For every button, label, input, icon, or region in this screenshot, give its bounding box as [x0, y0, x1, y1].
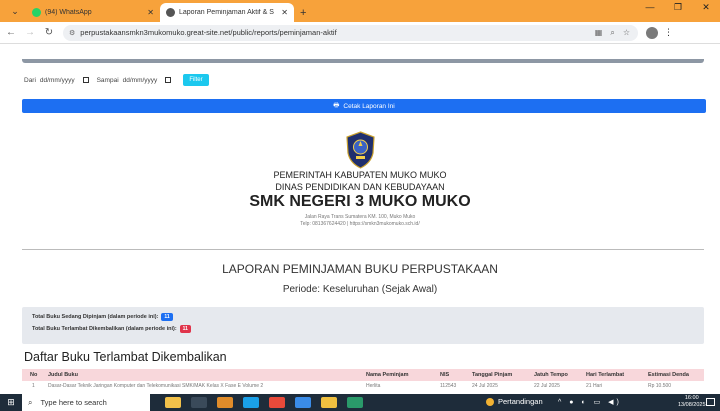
- school-logo: [346, 131, 375, 169]
- divider: [22, 249, 704, 250]
- col-hari-terlambat: Hari Terlambat: [586, 372, 625, 378]
- print-report-button[interactable]: 🖶 Cetak Laporan Ini: [22, 99, 706, 113]
- col-tanggal: Tanggal Pinjam: [472, 372, 513, 378]
- dari-label: Dari: [24, 76, 36, 84]
- summary-label: Total Buku Sedang Dipinjam (dalam period…: [32, 314, 159, 320]
- widgets-icon[interactable]: [165, 397, 181, 408]
- translate-icon[interactable]: ▦: [595, 28, 603, 37]
- calendar-icon[interactable]: [82, 77, 89, 83]
- tab-whatsapp[interactable]: (94) WhatsApp ✕: [26, 3, 160, 22]
- col-denda: Estimasi Denda: [648, 372, 689, 378]
- printer-icon: 🖶: [333, 101, 340, 109]
- app-icon[interactable]: [347, 397, 363, 408]
- system-tray[interactable]: ^ ● ◐ ▭ ◀): [558, 398, 622, 406]
- weather-icon: [486, 397, 494, 406]
- cell: 1: [32, 383, 35, 389]
- cell: 112543: [440, 383, 457, 389]
- forward-icon[interactable]: →: [22, 27, 38, 38]
- dipinjam-badge: 11: [161, 313, 173, 321]
- col-no: No: [30, 372, 38, 378]
- menu-icon[interactable]: ⋮: [664, 27, 673, 38]
- windows-start-icon[interactable]: ⊞: [0, 397, 22, 408]
- calendar-icon[interactable]: [165, 77, 172, 83]
- school-contact: Telp: 081367624420 | https://smkn3mukomu…: [300, 221, 420, 227]
- whatsapp-icon: [32, 8, 41, 17]
- kop-line1: PEMERINTAH KABUPATEN MUKO MUKO: [273, 170, 447, 180]
- bookmark-star-icon[interactable]: ☆: [623, 28, 630, 37]
- table-header: No Judul Buku Nama Peminjam NIS Tanggal …: [22, 369, 704, 381]
- url-input[interactable]: ⚙ perpustakaansmkn3mukomuko.great-site.n…: [63, 24, 638, 41]
- date-placeholder: dd/mm/yyyy: [39, 76, 75, 84]
- profile-avatar[interactable]: [646, 26, 658, 39]
- filter-form: Dari dd/mm/yyyy Sampai dd/mm/yyyy Filter: [24, 74, 209, 86]
- col-jatuh-tempo: Jatuh Tempo: [534, 372, 568, 378]
- close-tab-icon[interactable]: ✕: [281, 8, 288, 17]
- dari-date-input[interactable]: dd/mm/yyyy: [40, 77, 89, 84]
- tab-search-icon[interactable]: ⌄: [6, 2, 24, 20]
- file-explorer-icon[interactable]: [321, 397, 337, 408]
- col-peminjam: Nama Peminjam: [366, 372, 409, 378]
- weather-text: Pertandingan: [498, 397, 543, 406]
- address-bar-row: ← → ↻ ⚙ perpustakaansmkn3mukomuko.great-…: [0, 22, 720, 44]
- page-content: Dari dd/mm/yyyy Sampai dd/mm/yyyy Filter…: [0, 44, 720, 394]
- edge-icon[interactable]: [243, 397, 259, 408]
- summary-label: Total Buku Terlambat Dikembalikan (dalam…: [32, 326, 177, 332]
- top-bar: [22, 59, 704, 63]
- kop-line2: DINAS PENDIDIKAN DAN KEBUDAYAAN: [275, 182, 445, 192]
- site-icon: [166, 8, 175, 17]
- report-periode: Periode: Keseluruhan (Sejak Awal): [282, 284, 438, 295]
- task-view-icon[interactable]: [191, 397, 207, 408]
- close-window-icon[interactable]: ✕: [692, 2, 720, 13]
- summary-dipinjam: Total Buku Sedang Dipinjam (dalam period…: [32, 313, 694, 321]
- col-nis: NIS: [440, 372, 450, 378]
- minimize-icon[interactable]: —: [636, 2, 664, 13]
- cell: Dasar-Dasar Teknik Jaringan Komputer dan…: [48, 383, 264, 389]
- cell: 22 Jul 2025: [534, 383, 560, 389]
- reload-icon[interactable]: ↻: [41, 27, 57, 38]
- url-text: perpustakaansmkn3mukomuko.great-site.net…: [80, 28, 337, 37]
- cell: 24 Jul 2025: [472, 383, 498, 389]
- clock[interactable]: 16:00 13/08/2025: [678, 395, 706, 409]
- maximize-icon[interactable]: ❐: [664, 2, 692, 13]
- cell: 21 Hari: [586, 383, 603, 389]
- sampai-date-input[interactable]: dd/mm/yyyy: [123, 77, 172, 84]
- print-report-label: Cetak Laporan Ini: [343, 102, 395, 110]
- site-info-icon[interactable]: ⚙: [69, 29, 75, 37]
- weather-widget[interactable]: Pertandingan: [486, 397, 543, 406]
- close-tab-icon[interactable]: ✕: [147, 8, 154, 17]
- zoom-icon[interactable]: ⌕: [610, 28, 614, 38]
- taskbar-search-input[interactable]: ⌕ Type here to search: [22, 394, 150, 411]
- col-judul: Judul Buku: [48, 372, 78, 378]
- filter-button[interactable]: Filter: [183, 74, 209, 86]
- chrome-icon[interactable]: [269, 397, 285, 408]
- browser-tab-strip: ⌄ (94) WhatsApp ✕ Laporan Peminjaman Akt…: [0, 0, 720, 22]
- back-icon[interactable]: ←: [3, 27, 19, 38]
- date-placeholder: dd/mm/yyyy: [122, 76, 158, 84]
- new-tab-button[interactable]: +: [300, 7, 306, 19]
- search-icon: ⌕: [28, 397, 33, 407]
- section-title: Daftar Buku Terlambat Dikembalikan: [24, 350, 227, 364]
- store-icon[interactable]: [295, 397, 311, 408]
- taskbar-apps: [160, 397, 368, 408]
- terlambat-badge: 11: [179, 325, 191, 333]
- tab-label: Laporan Peminjaman Aktif & S: [179, 9, 274, 16]
- school-address: Jalan Raya Trans Sumatera KM. 100, Muko …: [304, 214, 416, 220]
- clock-time: 16:00: [684, 395, 699, 401]
- table-row: 1 Dasar-Dasar Teknik Jaringan Komputer d…: [22, 383, 704, 391]
- summary-terlambat: Total Buku Terlambat Dikembalikan (dalam…: [32, 325, 694, 333]
- tab-label: (94) WhatsApp: [45, 9, 92, 16]
- notification-icon[interactable]: [706, 398, 715, 406]
- report-title: LAPORAN PEMINJAMAN BUKU PERPUSTAKAAN: [222, 262, 498, 276]
- tab-laporan[interactable]: Laporan Peminjaman Aktif & S ✕: [160, 3, 294, 22]
- school-name: SMK NEGERI 3 MUKO MUKO: [249, 193, 471, 210]
- photos-icon[interactable]: [217, 397, 233, 408]
- cell: Herlita: [366, 383, 381, 389]
- search-placeholder: Type here to search: [40, 398, 107, 407]
- cell: Rp 10.500: [648, 383, 672, 389]
- sampai-label: Sampai: [96, 76, 119, 84]
- window-controls: — ❐ ✕: [636, 2, 720, 13]
- summary-box: Total Buku Sedang Dipinjam (dalam period…: [22, 307, 704, 344]
- clock-date: 13/08/2025: [678, 402, 706, 408]
